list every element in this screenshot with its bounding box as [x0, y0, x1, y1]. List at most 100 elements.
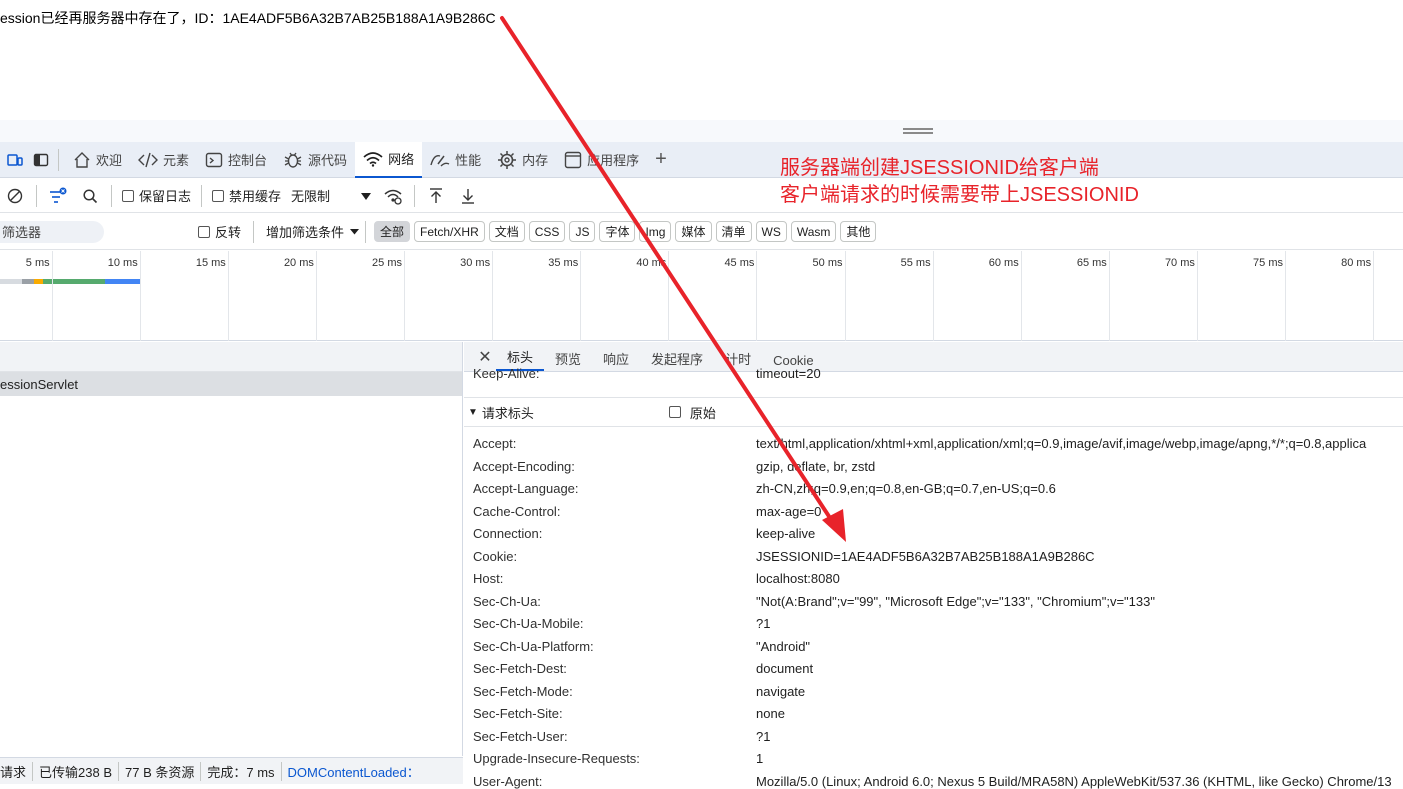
filter-bar: 筛选器 反转 增加筛选条件 全部 Fetch/XHR 文档 CSS JS 字体 Img 媒体清…: [0, 214, 1403, 250]
tab-application[interactable]: 应用程序: [556, 142, 647, 178]
home-icon: [73, 151, 91, 169]
tab-label: 控制台: [228, 153, 268, 168]
divider: [111, 184, 112, 207]
timeline-gridline: [227, 251, 229, 341]
header-value: text/html,application/xhtml+xml,applicat…: [756, 436, 1367, 451]
search-icon[interactable]: [79, 185, 101, 207]
application-icon: [564, 151, 582, 169]
timeline-tick-label: 35 ms: [548, 257, 579, 269]
filter-icon[interactable]: [47, 185, 69, 207]
status-dcl: DOMContentLoaded：: [287, 764, 420, 780]
filter-chip[interactable]: WS: [755, 221, 787, 242]
details-tab[interactable]: 发起程序: [640, 343, 714, 371]
header-key: Cookie:: [473, 548, 518, 564]
details-tab[interactable]: 响应: [592, 343, 640, 371]
status-bar: 请求 已传输238 B 77 B 条资源 完成：7 ms DOMContentL…: [0, 757, 463, 784]
filter-chip[interactable]: Fetch/XHR: [414, 221, 485, 242]
triangle-down-icon: ▼: [468, 406, 478, 418]
header-key: Accept:: [473, 436, 517, 451]
header-key: Sec-Ch-Ua-Platform:: [473, 638, 594, 654]
import-har-icon[interactable]: [425, 185, 447, 207]
tab-label: 性能: [455, 153, 482, 168]
filter-chip[interactable]: 文档: [488, 221, 525, 242]
header-value: timeout=20: [756, 366, 821, 381]
header-key: Sec-Ch-Ua-Mobile:: [473, 616, 584, 631]
filter-chip[interactable]: CSS: [528, 221, 566, 242]
filter-chip[interactable]: 全部: [374, 221, 411, 242]
timeline-gridline: [492, 251, 494, 341]
filter-chip[interactable]: 清单: [715, 221, 752, 242]
waterfall-download: [105, 279, 140, 284]
devtools-resize-area[interactable]: [0, 120, 1403, 142]
filter-chip[interactable]: 字体: [599, 221, 636, 242]
wifi-icon: [363, 151, 383, 167]
header-value: "Not(A:Brand";v="99", "Microsoft Edge";v…: [756, 593, 1155, 609]
header-key: Sec-Fetch-Site:: [473, 706, 563, 721]
header-key: Cache-Control:: [473, 503, 561, 519]
header-value: JSESSIONID=1AE4ADF5B6A32B7AB25B188A1A9B2…: [756, 548, 1095, 564]
dock-side-icon[interactable]: [30, 149, 52, 171]
divider: [58, 148, 59, 171]
filter-chip[interactable]: JS: [569, 221, 596, 242]
network-conditions-icon[interactable]: [382, 185, 404, 207]
status-transferred: 已传输238 B: [33, 761, 119, 781]
throttle-select[interactable]: 无限制: [291, 186, 372, 205]
overview-timeline[interactable]: 5 ms 10 ms 15 ms 20 ms 25 ms 30 ms 35 ms 40 ms 4…: [0, 251, 1403, 341]
throttle-value: 无限制: [291, 189, 331, 204]
checkbox-box[interactable]: [212, 189, 225, 202]
details-tab[interactable]: 预览: [544, 343, 592, 371]
clear-icon[interactable]: [4, 185, 26, 207]
tab-memory[interactable]: 内存: [489, 142, 556, 178]
timeline-gridline: [1020, 251, 1022, 341]
tab-performance[interactable]: 性能: [422, 142, 489, 178]
header-value: max-age=0: [756, 503, 822, 519]
details-tab[interactable]: 计时: [714, 343, 762, 371]
timeline-gridline: [1196, 251, 1198, 341]
filter-chip[interactable]: Wasm: [790, 221, 837, 242]
timeline-gridline: [51, 251, 53, 341]
checkbox-box[interactable]: [122, 189, 134, 202]
export-har-icon[interactable]: [457, 185, 479, 207]
timeline-tick-label: 75 ms: [1253, 257, 1283, 269]
add-tab-icon[interactable]: +: [655, 148, 667, 171]
timeline-tick-label: 30 ms: [460, 257, 491, 269]
resource-type-chips: 全部 Fetch/XHR 文档 CSS JS 字体 Img 媒体 清单 WS Wasm 其他: [374, 221, 877, 242]
request-headers-section[interactable]: ▼ 请求标头 原始: [464, 397, 1403, 427]
filter-chip[interactable]: Img: [639, 221, 672, 242]
chevron-down-icon: [361, 192, 372, 200]
more-filters-label: 增加筛选条件: [266, 225, 345, 240]
timeline-tick-label: 15 ms: [195, 257, 226, 269]
header-key: Upgrade-Insecure-Requests:: [473, 751, 640, 766]
tab-console[interactable]: 控制台: [197, 142, 275, 178]
header-key: Keep-Alive:: [473, 366, 540, 381]
header-value: navigate: [756, 683, 806, 699]
header-key: Accept-Encoding:: [473, 458, 575, 474]
tab-wifi[interactable]: 网络: [355, 141, 423, 178]
header-value: 1: [756, 751, 764, 766]
checkbox-box[interactable]: [668, 406, 681, 418]
tab-bug[interactable]: 源代码: [275, 142, 355, 178]
tab-home[interactable]: 欢迎: [65, 142, 130, 178]
timeline-tick-label: 70 ms: [1164, 257, 1195, 269]
tab-code[interactable]: 元素: [130, 142, 197, 178]
timeline-gridline: [756, 251, 758, 341]
preserve-log-checkbox[interactable]: 保留日志: [122, 186, 191, 205]
device-toolbar-icon[interactable]: [4, 149, 26, 171]
header-value: localhost:8080: [756, 571, 840, 586]
header-value: zh-CN,zh;q=0.9,en;q=0.8,en-GB;q=0.7,en-U…: [756, 481, 1056, 496]
request-row[interactable]: essionServlet: [0, 372, 462, 396]
raw-checkbox[interactable]: 原始: [668, 403, 716, 422]
filter-chip[interactable]: 媒体: [675, 221, 712, 242]
timeline-gridline: [404, 251, 405, 341]
checkbox-box[interactable]: [198, 225, 210, 238]
filter-chip[interactable]: 其他: [840, 221, 877, 242]
more-filters-dropdown[interactable]: 增加筛选条件: [266, 222, 360, 241]
invert-checkbox[interactable]: 反转: [198, 222, 241, 241]
tab-label: 网络: [388, 152, 415, 167]
annotation-line: 客户端请求的时候需要带上JSESSIONID: [780, 184, 1139, 206]
divider: [414, 184, 416, 207]
disable-cache-checkbox[interactable]: 禁用缓存: [212, 186, 281, 205]
resize-handle[interactable]: [903, 128, 933, 134]
filter-input[interactable]: 筛选器: [0, 220, 104, 243]
header-value: keep-alive: [756, 526, 816, 541]
